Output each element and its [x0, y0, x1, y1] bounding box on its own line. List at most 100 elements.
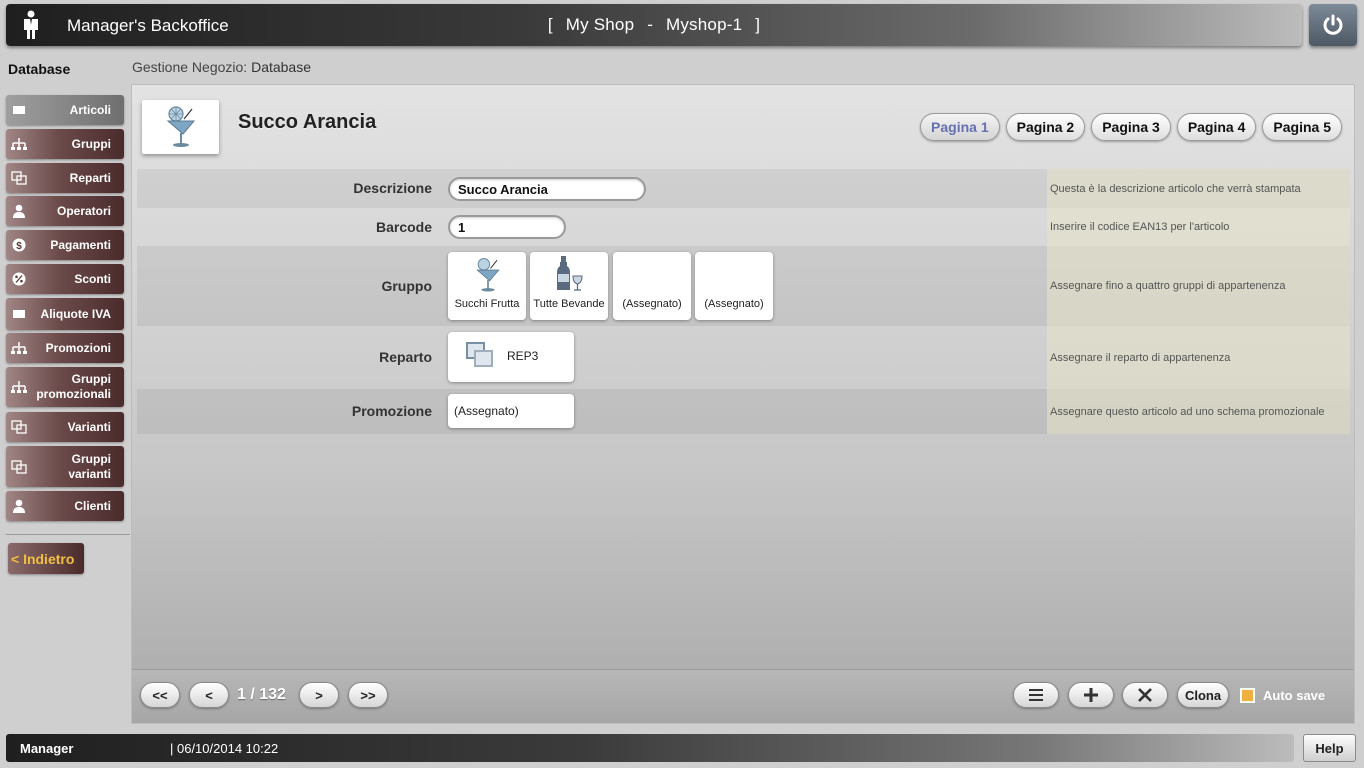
- sidebar-item-clienti[interactable]: Clienti: [6, 491, 124, 521]
- promozione-hint: Assegnare questo articolo ad uno schema …: [1047, 389, 1350, 434]
- shop-id: Myshop-1: [666, 15, 743, 34]
- reparto-card[interactable]: REP3: [448, 332, 574, 382]
- sidebar-item-label: Operatori: [56, 203, 111, 218]
- power-icon: [1323, 14, 1343, 35]
- breadcrumb: Gestione Negozio: Database: [132, 59, 311, 75]
- sidebar-item-gruppi-varianti[interactable]: Gruppi varianti: [6, 446, 124, 487]
- group-card-1[interactable]: Succhi Frutta: [448, 252, 526, 320]
- sidebar-item-gruppi[interactable]: Gruppi: [6, 129, 124, 159]
- main-panel: Succo Arancia Pagina 1 Pagina 2 Pagina 3…: [131, 84, 1355, 724]
- status-bar: Manager | 06/10/2014 10:22: [6, 734, 1294, 762]
- shop-name: My Shop: [565, 15, 635, 34]
- tab-pagina-5[interactable]: Pagina 5: [1262, 113, 1342, 141]
- row-reparto: Reparto REP3 Assegnare il reparto di app…: [137, 326, 1350, 389]
- descrizione-field[interactable]: Succo Arancia: [448, 177, 646, 201]
- breadcrumb-current: Database: [251, 59, 312, 75]
- reparto-value: REP3: [507, 349, 539, 363]
- group-card-2[interactable]: Tutte Bevande: [530, 252, 608, 320]
- hierarchy-icon: [11, 138, 27, 150]
- bracket-open: [: [547, 15, 553, 34]
- descrizione-label: Descrizione: [353, 180, 432, 196]
- status-user: Manager: [20, 741, 74, 756]
- sidebar-item-pagamenti[interactable]: $ Pagamenti: [6, 230, 124, 260]
- x-icon: [1138, 688, 1152, 702]
- sidebar-item-label: Varianti: [67, 419, 111, 434]
- help-button[interactable]: Help: [1303, 734, 1356, 762]
- barcode-hint: Inserire il codice EAN13 per l'articolo: [1047, 208, 1350, 246]
- hierarchy-icon: [11, 381, 27, 393]
- barcode-field[interactable]: 1: [448, 215, 566, 239]
- autosave-checkbox[interactable]: [1240, 688, 1255, 703]
- group-card-caption: Succhi Frutta: [454, 298, 520, 310]
- tab-pagina-4[interactable]: Pagina 4: [1176, 113, 1257, 141]
- next-record-button[interactable]: >: [299, 682, 339, 708]
- group-card-caption: (Assegnato): [622, 298, 682, 310]
- descrizione-hint: Questa è la descrizione articolo che ver…: [1047, 169, 1350, 208]
- group-card-4[interactable]: (Assegnato): [695, 252, 773, 320]
- sidebar-item-gruppi-promozionali[interactable]: Gruppi promozionali: [6, 367, 124, 407]
- row-descrizione: Descrizione Succo Arancia Questa è la de…: [137, 169, 1350, 208]
- sidebar-item-label: Gruppi varianti: [68, 451, 111, 481]
- sidebar-title: Database: [8, 61, 71, 77]
- tab-pagina-1[interactable]: Pagina 1: [920, 113, 1000, 141]
- sidebar-item-label: Reparti: [69, 170, 111, 185]
- barcode-label: Barcode: [375, 219, 432, 235]
- sidebar-item-reparti[interactable]: Reparti: [6, 163, 124, 193]
- tab-pagina-3[interactable]: Pagina 3: [1091, 113, 1171, 141]
- windows-icon: [11, 420, 27, 434]
- dollar-icon: $: [12, 238, 26, 252]
- plus-icon: [1084, 688, 1098, 702]
- item-title: Succo Arancia: [238, 111, 377, 133]
- sidebar-item-articoli[interactable]: Articoli: [6, 95, 124, 125]
- prev-record-button[interactable]: <: [189, 682, 229, 708]
- delete-button[interactable]: [1122, 682, 1168, 708]
- list-button[interactable]: [1013, 682, 1059, 708]
- list-icon: [1029, 689, 1043, 701]
- rectangle-icon: [13, 106, 25, 114]
- rectangle-icon: [13, 310, 25, 318]
- sidebar-item-sconti[interactable]: Sconti: [6, 264, 124, 294]
- sidebar-item-varianti[interactable]: Varianti: [6, 412, 124, 442]
- windows-icon: [466, 342, 493, 367]
- row-gruppo: Gruppo Succhi Frutta Tutte Bevande (Asse…: [137, 246, 1350, 326]
- gruppo-hint: Assegnare fino a quattro gruppi di appar…: [1047, 246, 1350, 326]
- svg-text:$: $: [16, 241, 22, 252]
- first-record-button[interactable]: <<: [140, 682, 180, 708]
- sidebar-item-promozioni[interactable]: Promozioni: [6, 333, 124, 363]
- cocktail-icon: [476, 258, 500, 292]
- power-button[interactable]: [1309, 4, 1357, 46]
- sidebar-item-label: Gruppi promozionali: [36, 372, 111, 401]
- windows-icon: [11, 171, 27, 185]
- last-record-button[interactable]: >>: [348, 682, 388, 708]
- tab-pagina-2[interactable]: Pagina 2: [1005, 113, 1086, 141]
- reparto-label: Reparto: [379, 349, 432, 365]
- sidebar-item-label: Articoli: [69, 102, 111, 117]
- hierarchy-icon: [11, 342, 27, 354]
- clone-button[interactable]: Clona: [1177, 682, 1229, 708]
- gruppo-label: Gruppo: [381, 278, 432, 294]
- reparto-hint: Assegnare il reparto di appartenenza: [1047, 326, 1350, 389]
- group-card-caption: Tutte Bevande: [533, 298, 605, 310]
- record-navigator: << < 1 / 132 > >> Clona Auto save: [132, 669, 1354, 723]
- status-datetime: | 06/10/2014 10:22: [170, 741, 279, 756]
- item-image[interactable]: [142, 100, 219, 154]
- group-card-caption: (Assegnato): [704, 298, 764, 310]
- sidebar-item-label: Pagamenti: [50, 237, 111, 252]
- shop-separator: -: [647, 15, 654, 34]
- sidebar-item-label: Aliquote IVA: [40, 306, 111, 321]
- sidebar-item-label: Sconti: [74, 271, 111, 286]
- promozione-label: Promozione: [351, 403, 432, 419]
- sidebar-item-label: Gruppi: [71, 136, 111, 151]
- promozione-card[interactable]: (Assegnato): [448, 394, 574, 428]
- person-icon: [13, 499, 25, 513]
- page-tabs: Pagina 1 Pagina 2 Pagina 3 Pagina 4 Pagi…: [920, 113, 1342, 141]
- add-button[interactable]: [1068, 682, 1114, 708]
- sidebar-item-aliquote-iva[interactable]: Aliquote IVA: [6, 298, 124, 330]
- back-button[interactable]: < Indietro: [8, 543, 84, 574]
- top-bar: Manager's Backoffice [ My Shop - Myshop-…: [6, 4, 1302, 46]
- group-card-3[interactable]: (Assegnato): [613, 252, 691, 320]
- sidebar-divider: [6, 534, 130, 535]
- sidebar-item-operatori[interactable]: Operatori: [6, 196, 124, 226]
- shop-title: [ My Shop - Myshop-1 ]: [6, 15, 1302, 35]
- promozione-value: (Assegnato): [454, 404, 519, 418]
